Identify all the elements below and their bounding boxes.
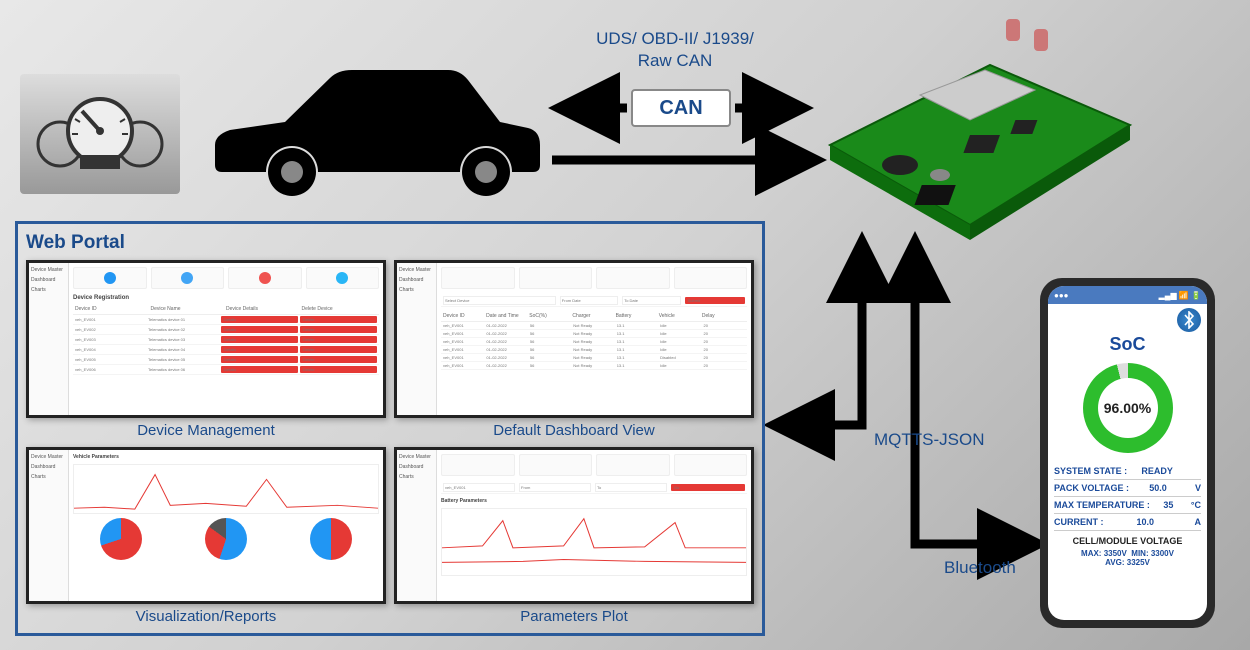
phone-screen: ●●●▂▄▆ 📶 🔋 SoC 96.00% SYSTEM STATE :READ… (1048, 286, 1207, 620)
bluetooth-icon (1177, 308, 1201, 332)
stat-current: CURRENT :10.0A (1054, 514, 1201, 531)
soc-ring: 96.00% (1083, 363, 1173, 453)
protocol-line2: Raw CAN (575, 50, 775, 72)
phone-stats: SYSTEM STATE :READY PACK VOLTAGE :50.0V … (1048, 461, 1207, 533)
bluetooth-label: Bluetooth (944, 558, 1016, 578)
web-portal-panel: Web Portal Device MasterDashboardCharts … (15, 221, 765, 636)
cell-voltage-header: CELL/MODULE VOLTAGE (1048, 533, 1207, 549)
protocol-labels: UDS/ OBD-II/ J1939/ Raw CAN (575, 28, 775, 72)
panel-visualization: Device MasterDashboardCharts Vehicle Par… (26, 447, 386, 626)
phone-mockup: ●●●▂▄▆ 📶 🔋 SoC 96.00% SYSTEM STATE :READ… (1040, 278, 1215, 628)
stat-max-temp: MAX TEMPERATURE :35°C (1054, 497, 1201, 514)
screenshot-dashboard: Device MasterDashboardCharts Select Devi… (394, 260, 754, 418)
panel-device-management: Device MasterDashboardCharts Device Regi… (26, 260, 386, 439)
screenshot-visualization: Device MasterDashboardCharts Vehicle Par… (26, 447, 386, 605)
caption-device-management: Device Management (26, 422, 386, 439)
cell-voltage-avg: AVG: 3325V (1048, 558, 1207, 567)
car-silhouette-icon (200, 50, 550, 200)
can-badge: CAN (631, 89, 731, 127)
panel-dashboard: Device MasterDashboardCharts Select Devi… (394, 260, 754, 439)
soc-title: SoC (1048, 334, 1207, 355)
mqtts-label: MQTTS-JSON (874, 430, 985, 450)
telematics-pcb-icon (800, 5, 1160, 255)
screenshot-parameters: Device MasterDashboardCharts veh_EV001Fr… (394, 447, 754, 605)
stat-pack-voltage: PACK VOLTAGE :50.0V (1054, 480, 1201, 497)
caption-parameters: Parameters Plot (394, 608, 754, 625)
phone-statusbar: ●●●▂▄▆ 📶 🔋 (1048, 286, 1207, 304)
soc-value: 96.00% (1104, 400, 1151, 416)
web-portal-title: Web Portal (26, 232, 754, 254)
caption-visualization: Visualization/Reports (26, 608, 386, 625)
cell-voltage-stats: MAX: 3350V MIN: 3300V (1048, 549, 1207, 558)
panel-parameters: Device MasterDashboardCharts veh_EV001Fr… (394, 447, 754, 626)
screenshot-device-management: Device MasterDashboardCharts Device Regi… (26, 260, 386, 418)
stat-system-state: SYSTEM STATE :READY (1054, 463, 1201, 480)
protocol-line1: UDS/ OBD-II/ J1939/ (575, 28, 775, 50)
caption-dashboard: Default Dashboard View (394, 422, 754, 439)
gauge-cluster-icon (20, 74, 180, 194)
